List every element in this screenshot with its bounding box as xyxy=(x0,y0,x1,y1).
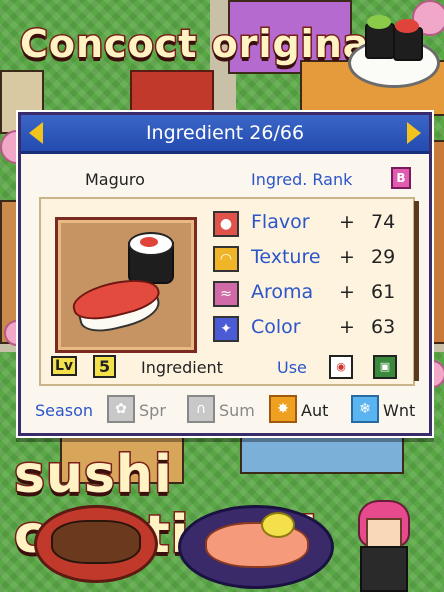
stat-value: 63 xyxy=(371,316,396,338)
stat-value: 61 xyxy=(371,281,396,303)
stat-sign: + xyxy=(339,246,355,268)
dialog-title-bar: Ingredient 26/66 xyxy=(21,115,429,154)
season-label: Season xyxy=(35,401,94,420)
stat-name: Flavor xyxy=(251,211,310,233)
stat-sign: + xyxy=(339,316,355,338)
season-autumn: Aut xyxy=(301,401,329,420)
ingredient-name: Maguro xyxy=(85,170,145,189)
stat-row-flavor: ● Flavor + 74 xyxy=(213,209,409,239)
eel-sushi-plate-image xyxy=(34,505,158,583)
stat-sign: + xyxy=(339,281,355,303)
snowflake-icon: ❄ xyxy=(351,395,379,423)
chef-character-image xyxy=(352,500,412,592)
aroma-icon: ≈ xyxy=(213,281,239,307)
level-value: 5 xyxy=(93,355,117,378)
ingredient-dialog: Ingredient 26/66 Maguro Ingred. Rank B ●… xyxy=(18,112,432,436)
season-summer: Sum xyxy=(219,401,255,420)
roll-use-icon[interactable]: ▣ xyxy=(373,355,397,379)
stat-value: 74 xyxy=(371,211,396,233)
wave-icon: ∩ xyxy=(187,395,215,423)
ingredient-category: Ingredient xyxy=(141,358,223,377)
sushi-use-icon[interactable]: ◉ xyxy=(329,355,353,379)
color-icon: ✦ xyxy=(213,316,239,342)
rank-badge: B xyxy=(391,167,411,189)
flower-icon: ✿ xyxy=(107,395,135,423)
stat-row-aroma: ≈ Aroma + 61 xyxy=(213,279,409,309)
maki-roll-image xyxy=(128,232,174,284)
dialog-title: Ingredient 26/66 xyxy=(145,122,305,144)
texture-icon: ◠ xyxy=(213,246,239,272)
stat-name: Texture xyxy=(251,246,321,268)
season-winter: Wnt xyxy=(383,401,416,420)
maple-leaf-icon: ✸ xyxy=(269,395,297,423)
arrow-left-icon[interactable] xyxy=(29,122,43,144)
salmon-sushi-plate-image xyxy=(178,505,334,589)
season-row: Season ✿ Spr ∩ Sum ✸ Aut ❄ Wnt xyxy=(35,393,425,425)
stat-row-texture: ◠ Texture + 29 xyxy=(213,244,409,274)
stat-value: 29 xyxy=(371,246,396,268)
ingredient-image xyxy=(55,217,197,353)
arrow-right-icon[interactable] xyxy=(407,122,421,144)
flavor-icon: ● xyxy=(213,211,239,237)
scrollbar[interactable] xyxy=(414,201,419,381)
ingredient-detail-box: ● Flavor + 74 ◠ Texture + 29 ≈ Aroma + 6… xyxy=(39,197,415,386)
stat-name: Color xyxy=(251,316,301,338)
level-label: Lv xyxy=(51,356,78,376)
stat-sign: + xyxy=(339,211,355,233)
season-spring: Spr xyxy=(139,401,166,420)
rank-label: Ingred. Rank xyxy=(251,170,353,189)
use-label: Use xyxy=(277,358,307,377)
stat-row-color: ✦ Color + 63 xyxy=(213,314,409,344)
sushi-plate-top-image xyxy=(348,15,440,88)
stat-name: Aroma xyxy=(251,281,314,303)
